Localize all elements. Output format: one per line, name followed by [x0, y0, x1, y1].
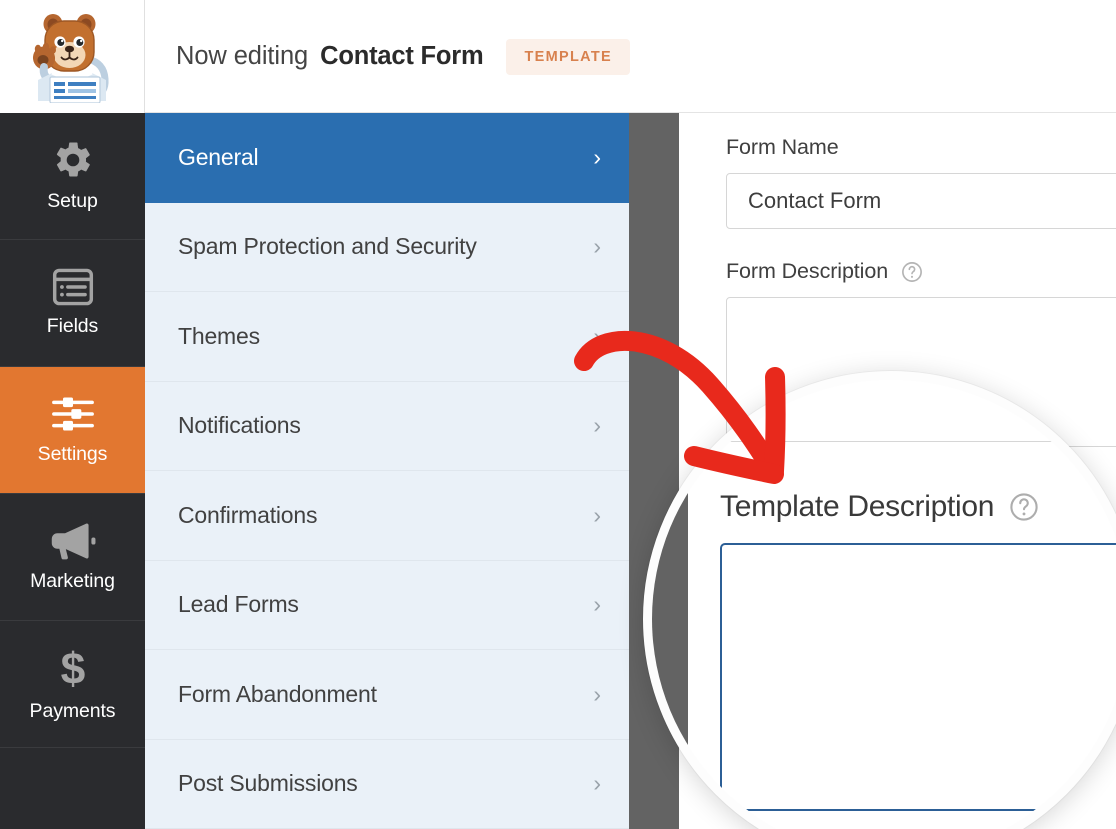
sidebar-item-label: Marketing: [30, 570, 115, 592]
settings-menu-item-label: General: [178, 143, 259, 170]
magnified-textarea-edge: [720, 380, 721, 442]
sidebar-item-marketing[interactable]: Marketing: [0, 494, 145, 621]
chevron-right-icon: ›: [593, 412, 601, 439]
settings-menu-item-spam-protection-and-security[interactable]: Spam Protection and Security ›: [145, 202, 629, 292]
chevron-right-icon: ›: [593, 143, 601, 170]
template-badge: TEMPLATE: [505, 38, 630, 75]
settings-menu-item-label: Confirmations: [178, 501, 318, 528]
wpforms-bear-mascot-logo: [32, 13, 109, 103]
sidebar-item-overflow[interactable]: [0, 748, 145, 823]
form-description-label: Form Description: [726, 259, 1116, 284]
settings-menu-item-lead-forms[interactable]: Lead Forms ›: [145, 560, 629, 650]
magnified-template-description-label: Template Description: [720, 490, 1039, 524]
magnified-template-description-textarea[interactable]: [720, 543, 1116, 811]
settings-menu-item-confirmations[interactable]: Confirmations ›: [145, 471, 629, 561]
form-title: Contact Form: [320, 42, 484, 70]
sidebar-item-label: Settings: [37, 443, 108, 465]
svg-text:$: $: [60, 645, 85, 691]
settings-menu-item-label: Form Abandonment: [178, 680, 377, 707]
settings-menu-item-general[interactable]: General ›: [145, 113, 629, 203]
magnified-panel: Template Description: [688, 380, 1116, 829]
settings-menu-item-label: Post Submissions: [178, 770, 358, 797]
sidebar-item-payments[interactable]: $ Payments: [0, 621, 145, 748]
sidebar-item-label: Payments: [29, 700, 116, 722]
dollar-sign-icon: $: [56, 645, 90, 691]
sidebar-item-fields[interactable]: Fields: [0, 240, 145, 367]
chevron-right-icon: ›: [593, 680, 601, 707]
sidebar-item-label: Setup: [47, 190, 98, 212]
settings-menu-item-form-abandonment[interactable]: Form Abandonment ›: [145, 650, 629, 740]
question-mark-circle-icon[interactable]: [901, 261, 923, 283]
sidebar-item-label: Fields: [46, 315, 99, 337]
chevron-right-icon: ›: [593, 501, 601, 528]
settings-menu-item-notifications[interactable]: Notifications ›: [145, 381, 629, 471]
list-panel-icon: [52, 268, 94, 306]
settings-menu-list: General › Spam Protection and Security ›…: [145, 113, 629, 829]
sidebar-item-settings[interactable]: Settings: [0, 367, 145, 494]
logo-cell: [0, 0, 145, 113]
wpforms-form-builder-screen: Now editing Contact Form TEMPLATE Setup: [0, 0, 1116, 829]
chevron-right-icon: ›: [593, 322, 601, 349]
megaphone-icon: [50, 521, 96, 561]
magnifier-zoom-circle: Template Description: [643, 371, 1116, 829]
form-name-input[interactable]: Contact Form: [726, 173, 1116, 229]
form-name-label: Form Name: [726, 135, 839, 159]
chevron-right-icon: ›: [593, 770, 601, 797]
magnifier-content: Template Description: [652, 380, 1116, 829]
primary-sidebar: Setup Fields Settings Marketing $ Paymen…: [0, 113, 145, 829]
sliders-icon: [51, 394, 95, 434]
settings-menu-item-label: Notifications: [178, 412, 301, 439]
settings-menu-item-label: Spam Protection and Security: [178, 233, 477, 260]
settings-menu-item-themes[interactable]: Themes ›: [145, 292, 629, 382]
settings-menu-item-label: Lead Forms: [178, 591, 299, 618]
app-header: Now editing Contact Form TEMPLATE: [0, 0, 1116, 113]
sidebar-item-setup[interactable]: Setup: [0, 113, 145, 240]
question-mark-circle-icon[interactable]: [1009, 492, 1039, 522]
now-editing-label: Now editing: [176, 42, 309, 70]
magnified-textarea-bottom-edge: [720, 441, 1116, 442]
chevron-right-icon: ›: [593, 233, 601, 260]
gear-icon: [52, 139, 94, 181]
header-title-group: Now editing Contact Form TEMPLATE: [176, 0, 630, 113]
form-name-input-value: Contact Form: [748, 188, 882, 213]
settings-menu-item-label: Themes: [178, 322, 260, 349]
chevron-right-icon: ›: [593, 591, 601, 618]
settings-menu-item-post-submissions[interactable]: Post Submissions ›: [145, 739, 629, 829]
form-name-field-block: Form Name Contact Form: [679, 113, 1116, 229]
